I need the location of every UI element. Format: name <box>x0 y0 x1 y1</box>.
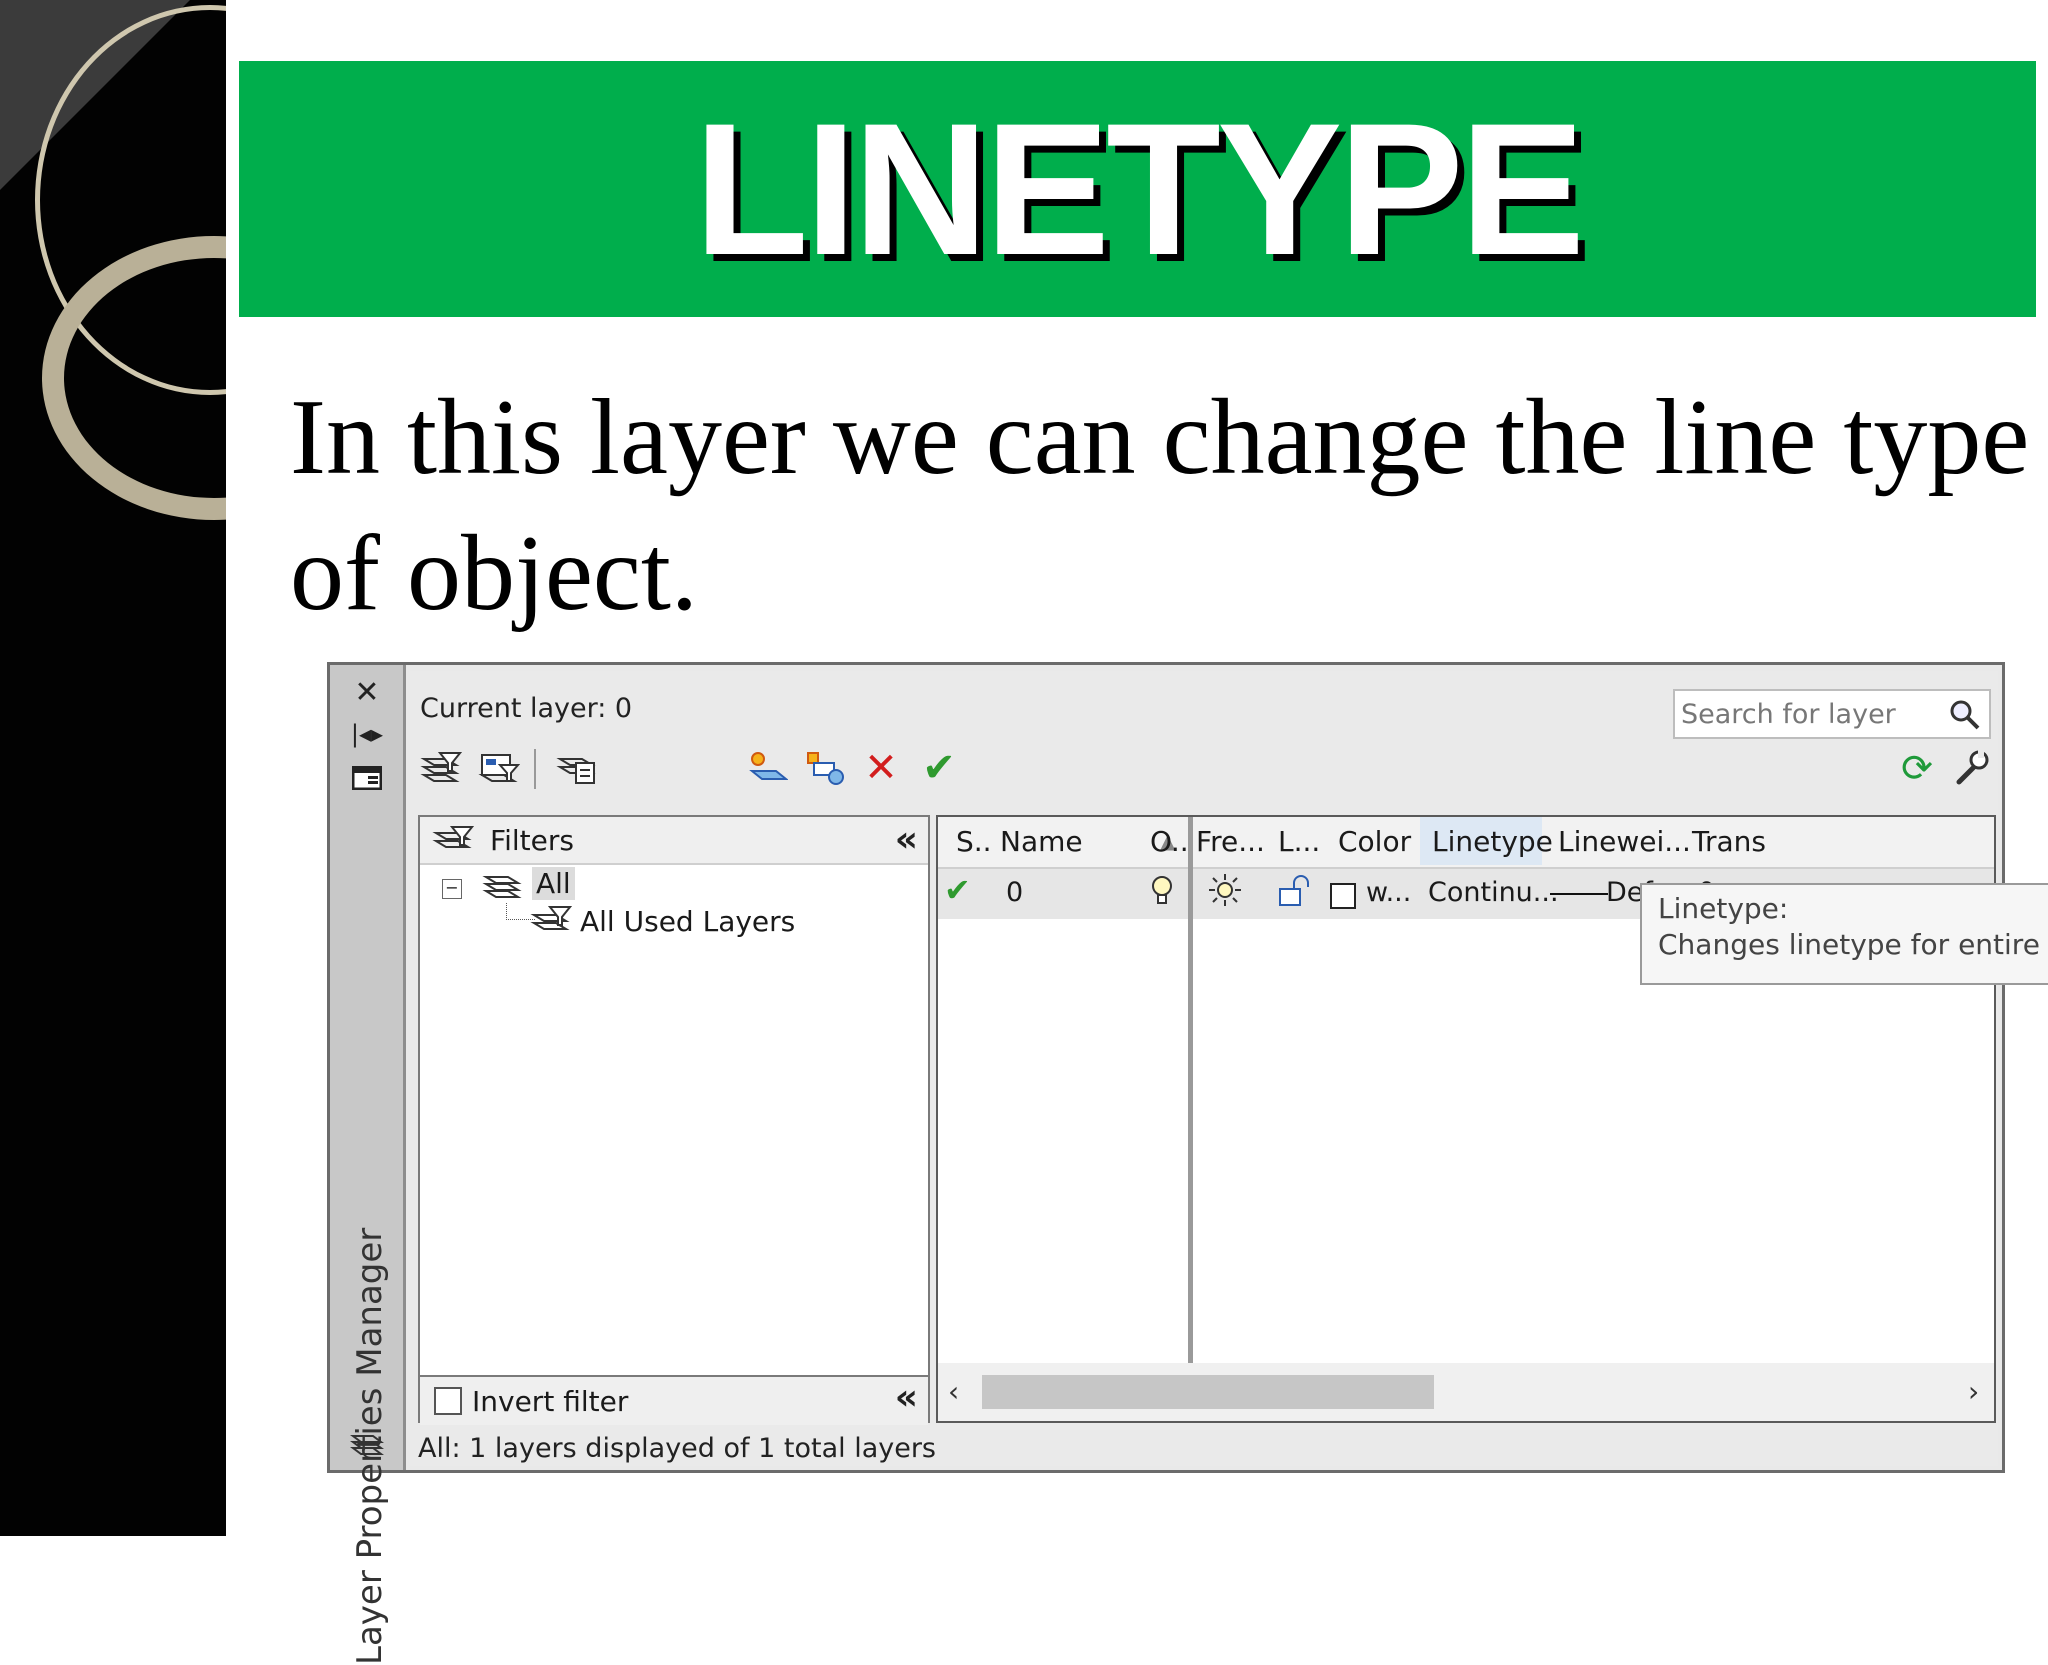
new-layer-icon[interactable] <box>744 745 790 791</box>
tooltip-text: Changes linetype for entire layer <box>1658 928 2048 961</box>
scroll-thumb[interactable] <box>982 1375 1434 1409</box>
filters-pane: Filters « − All All Used Layers Invert f… <box>418 815 930 1425</box>
new-property-filter-icon[interactable] <box>418 745 464 791</box>
filters-title: Filters <box>490 824 574 857</box>
invert-filter-checkbox[interactable] <box>434 1387 462 1415</box>
tooltip-title: Linetype: <box>1658 892 1789 925</box>
refresh-icon[interactable]: ⟳ <box>1894 745 1940 791</box>
status-bar: All: 1 layers displayed of 1 total layer… <box>418 1433 936 1464</box>
layer-states-manager-icon[interactable] <box>554 745 600 791</box>
grid-column-splitter[interactable] <box>1188 817 1193 1365</box>
tree-item-all-used-layers[interactable]: All Used Layers <box>580 905 795 938</box>
collapse-filters-icon[interactable]: « <box>895 819 918 860</box>
tree-item-all[interactable]: All <box>532 867 575 900</box>
decorative-left-strip <box>0 0 226 1536</box>
set-current-icon[interactable]: ✔ <box>916 745 962 791</box>
scroll-right-icon[interactable]: › <box>1968 1375 1979 1408</box>
title-banner: LINETYPE <box>239 61 2036 317</box>
unlocked-icon[interactable] <box>1278 875 1314 914</box>
column-freeze[interactable]: Fre... <box>1196 825 1265 858</box>
layer-properties-manager: ✕ |◂▸ Layer Properties Manager Current l… <box>327 662 2005 1665</box>
palette-side-bar: ✕ |◂▸ Layer Properties Manager <box>330 665 406 1665</box>
close-icon[interactable]: ✕ <box>348 673 386 711</box>
lineweight-sample <box>1550 893 1608 895</box>
linetype-tooltip: Linetype: Changes linetype for entire la… <box>1640 883 2048 985</box>
filters-header: Filters « <box>420 817 928 865</box>
settings-icon[interactable] <box>1948 745 1994 791</box>
layer-name[interactable]: 0 <box>1006 877 1023 908</box>
search-layer-input[interactable]: Search for layer <box>1673 689 1991 739</box>
layer-manager-main: Current layer: 0 Search for layer ✕ ✔ ⟳ <box>410 671 1998 1466</box>
search-icon[interactable] <box>1949 699 1981 738</box>
horizontal-scrollbar[interactable]: ‹ › <box>938 1363 1994 1421</box>
sun-icon[interactable] <box>1208 873 1242 914</box>
invert-filter-row: Invert filter « <box>420 1375 928 1425</box>
auto-hide-icon[interactable]: |◂▸ <box>348 715 386 753</box>
layer-linetype[interactable]: Continu... <box>1428 877 1559 908</box>
column-name[interactable]: Name <box>1000 825 1083 858</box>
properties-icon[interactable] <box>348 759 386 797</box>
column-linetype[interactable]: Linetype <box>1420 817 1553 865</box>
invert-filter-label: Invert filter <box>472 1385 629 1418</box>
current-layer-check-icon: ✔ <box>944 871 971 909</box>
current-layer-label: Current layer: 0 <box>420 693 633 724</box>
column-status[interactable]: S.. <box>956 825 992 858</box>
column-lineweight[interactable]: Linewei... <box>1558 825 1691 858</box>
slide-body-text: In this layer we can change the line typ… <box>290 378 2030 633</box>
new-layer-vp-frozen-icon[interactable] <box>802 745 848 791</box>
grid-header: S.. Name ▲ O.. Fre... L... Color Linetyp… <box>938 817 1994 869</box>
bulb-on-icon[interactable] <box>1150 875 1174 914</box>
toolbar-separator <box>534 749 536 789</box>
collapse-invert-icon[interactable]: « <box>895 1377 918 1418</box>
delete-layer-icon[interactable]: ✕ <box>858 745 904 791</box>
column-color[interactable]: Color <box>1338 825 1411 858</box>
search-placeholder: Search for layer <box>1681 698 1896 730</box>
filter-icon <box>432 823 475 861</box>
layers-stack-icon <box>482 869 524 907</box>
column-on[interactable]: O.. <box>1150 825 1189 858</box>
new-group-filter-icon[interactable] <box>476 745 522 791</box>
layer-color[interactable]: w... <box>1366 877 1411 908</box>
scroll-left-icon[interactable]: ‹ <box>948 1375 959 1408</box>
tree-collapse-icon[interactable]: − <box>442 879 462 899</box>
slide-title: LINETYPE <box>693 84 1585 294</box>
layers-icon[interactable] <box>348 1425 386 1463</box>
column-transparency[interactable]: Trans <box>1692 825 1766 858</box>
color-swatch[interactable] <box>1330 883 1356 909</box>
column-lock[interactable]: L... <box>1278 825 1320 858</box>
filter-icon <box>530 903 573 941</box>
